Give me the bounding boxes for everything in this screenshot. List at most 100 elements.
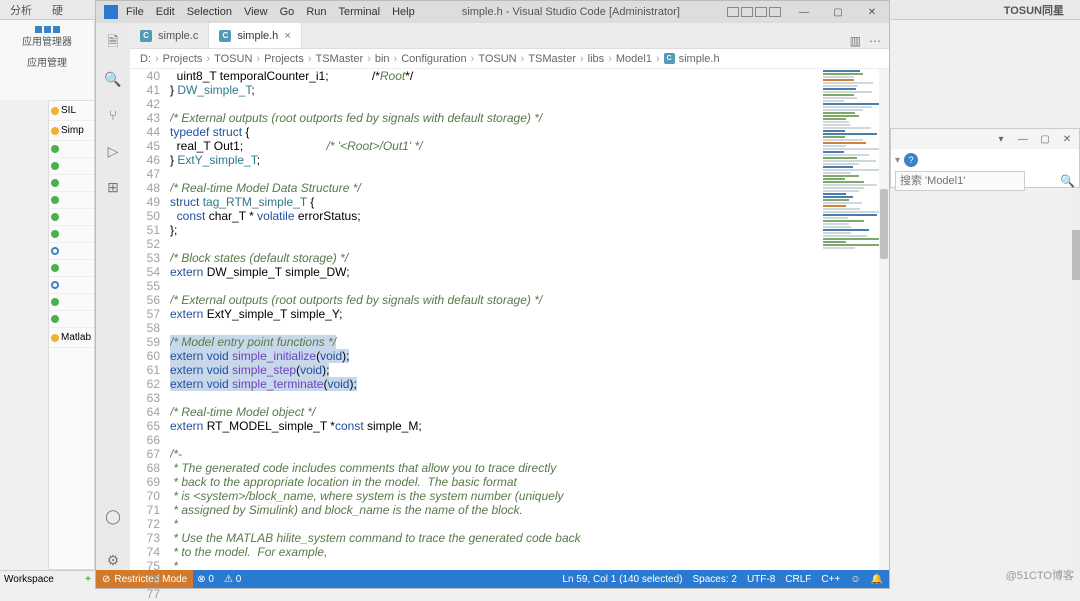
account-icon[interactable]: ◯ [103,506,123,526]
breadcrumb-seg[interactable]: Projects [163,53,203,65]
panel-item-g2[interactable] [49,158,94,175]
settings-gear-icon[interactable]: ⚙ [103,550,123,570]
breadcrumb-seg[interactable]: libs [588,53,605,65]
panel-item-g8[interactable] [49,294,94,311]
tab-close-icon[interactable]: × [284,30,290,42]
chevron-right-icon: › [656,53,660,65]
tab-label: simple.h [237,30,278,42]
panel-item-simple[interactable]: Simp [49,121,94,141]
scrollbar-thumb[interactable] [880,189,888,259]
panel-item-g7[interactable] [49,260,94,277]
code-content[interactable]: uint8_T temporalCounter_i1; /*Root*/} DW… [170,69,819,570]
blue-ring-icon [51,247,59,255]
host-menu-analyze[interactable]: 分析 [10,2,32,18]
host-menu-more[interactable]: 硬 [52,2,63,18]
close-button[interactable]: ✕ [855,1,889,23]
breadcrumb[interactable]: D:›Projects›TOSUN›Projects›TSMaster›bin›… [130,49,889,69]
panel-item-matlab[interactable]: Matlab [49,328,94,348]
panel-item-g1[interactable] [49,141,94,158]
search-go-icon[interactable]: 🔍 [1060,174,1075,188]
rw-help-icon[interactable]: ? [904,153,918,167]
chevron-right-icon: › [256,53,260,65]
breadcrumb-seg[interactable]: TOSUN [478,53,516,65]
tab-simple-h[interactable]: Csimple.h× [209,23,301,48]
workspace-bar: Workspace + [0,570,95,588]
tab-simple-c[interactable]: Csimple.c [130,23,209,48]
panel-item-b2[interactable] [49,277,94,294]
search-model-input[interactable] [895,171,1025,191]
editor-scrollbar[interactable] [879,69,889,570]
breadcrumb-file[interactable]: simple.h [679,53,720,65]
breadcrumb-seg[interactable]: TSMaster [316,53,364,65]
menu-view[interactable]: View [244,6,268,18]
status-bell-icon[interactable]: 🔔 [871,574,883,585]
panel-item-g6[interactable] [49,226,94,243]
code-editor[interactable]: 40 41 42 43 44 45 46 47 48 49 50 51 52 5… [130,69,889,570]
breadcrumb-seg[interactable]: TOSUN [214,53,252,65]
status-feedback-icon[interactable]: ☺ [850,574,860,585]
app-manager-label: 应用管理器 [0,33,94,48]
panel-item-b1[interactable] [49,243,94,260]
chevron-right-icon: › [471,53,475,65]
green-dot-icon [51,213,59,221]
rw-dropdown-icon[interactable]: ▾ [993,134,1009,145]
rw-minimize-icon[interactable]: — [1015,134,1031,145]
workspace-label[interactable]: Workspace [4,574,54,585]
split-editor-icon[interactable]: ▥ [850,34,861,48]
source-control-icon[interactable]: ⑂ [103,105,123,125]
menu-edit[interactable]: Edit [156,6,175,18]
search-icon[interactable]: 🔍 [103,69,123,89]
minimize-button[interactable]: — [787,1,821,23]
menu-terminal[interactable]: Terminal [339,6,381,18]
breadcrumb-seg[interactable]: Model1 [616,53,652,65]
breadcrumb-seg[interactable]: D: [140,53,151,65]
rw-close-icon[interactable]: ✕ [1059,134,1075,145]
vscode-window-title: simple.h - Visual Studio Code [Administr… [415,6,727,18]
breadcrumb-seg[interactable]: Configuration [401,53,466,65]
chevron-right-icon: › [580,53,584,65]
menu-run[interactable]: Run [306,6,326,18]
panel-item-sil[interactable]: SIL [49,101,94,121]
activity-bar: 🗎 🔍 ⑂ ▷ ⊞ ◯ ⚙ [96,23,130,570]
menu-selection[interactable]: Selection [187,6,232,18]
breadcrumb-seg[interactable]: Projects [264,53,304,65]
host-side-panel: SIL Simp Matlab [48,100,95,570]
watermark: @51CTO博客 [1006,567,1074,583]
tab-label: simple.c [158,30,198,42]
status-warnings[interactable]: ⚠ 0 [224,574,241,585]
status-errors[interactable]: ⊗ 0 [197,574,214,585]
status-eol[interactable]: CRLF [785,574,811,585]
restricted-mode-badge[interactable]: ⊘ Restricted Mode [96,570,193,588]
add-workspace-button[interactable]: + [85,574,91,585]
layout-controls[interactable] [727,7,781,17]
panel-item-g9[interactable] [49,311,94,328]
extensions-icon[interactable]: ⊞ [103,177,123,197]
tosun-logo: TOSUN同星 [1004,2,1064,18]
right-scrollbar-thumb[interactable] [1072,230,1080,280]
more-actions-icon[interactable]: ⋯ [869,34,881,48]
breadcrumb-seg[interactable]: TSMaster [528,53,576,65]
panel-label-simple: Simp [61,125,84,136]
explorer-icon[interactable]: 🗎 [103,33,123,53]
right-panel-scrollbar[interactable] [1072,190,1080,570]
vscode-menubar: File Edit Selection View Go Run Terminal Help [126,6,415,18]
menu-go[interactable]: Go [280,6,295,18]
status-spaces[interactable]: Spaces: 2 [692,574,736,585]
maximize-button[interactable]: ▢ [821,1,855,23]
chevron-right-icon: › [394,53,398,65]
status-language[interactable]: C++ [821,574,840,585]
breadcrumb-seg[interactable]: bin [375,53,390,65]
run-debug-icon[interactable]: ▷ [103,141,123,161]
status-lncol[interactable]: Ln 59, Col 1 (140 selected) [562,574,682,585]
app-manager-icon[interactable] [0,26,94,33]
panel-item-g3[interactable] [49,175,94,192]
c-file-icon: C [140,30,152,42]
panel-item-g4[interactable] [49,192,94,209]
menu-help[interactable]: Help [392,6,415,18]
menu-file[interactable]: File [126,6,144,18]
panel-item-g5[interactable] [49,209,94,226]
right-search-window: ▾ — ▢ ✕ ▾? 🔍 [890,128,1080,188]
status-encoding[interactable]: UTF-8 [747,574,775,585]
rw-chevron-icon[interactable]: ▾ [895,155,900,166]
rw-maximize-icon[interactable]: ▢ [1037,134,1053,145]
